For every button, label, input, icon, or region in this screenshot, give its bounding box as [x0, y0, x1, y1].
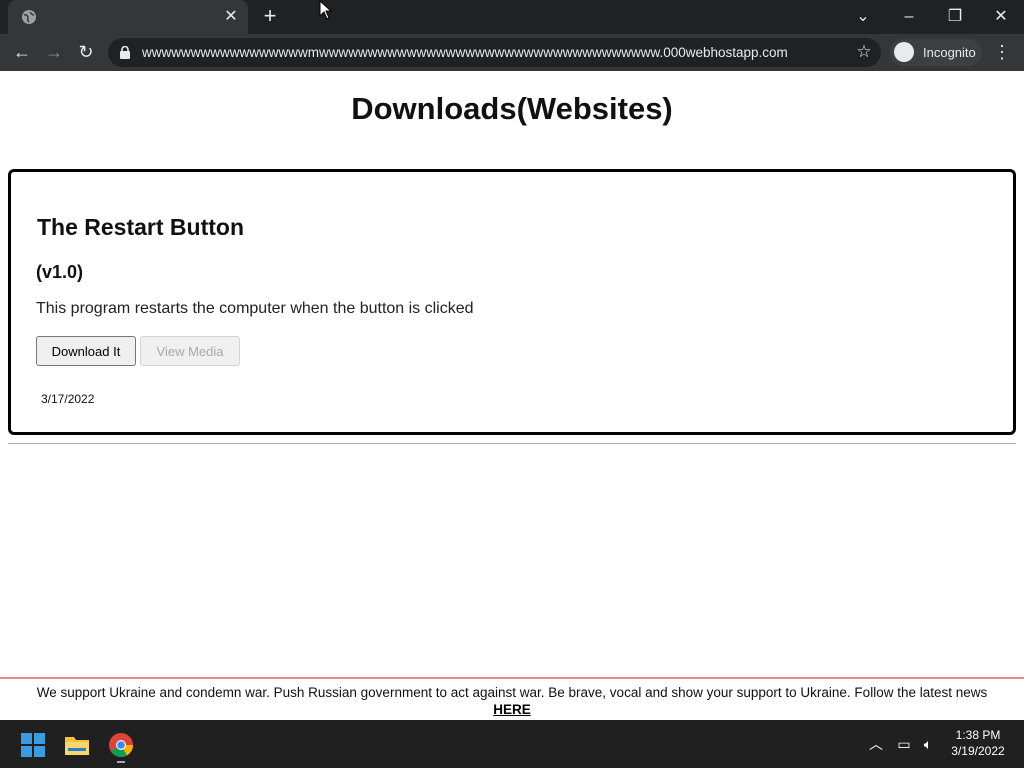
windows-start-icon[interactable] [20, 732, 46, 758]
browser-toolbar: ← → ↻ wwwwwwwwwwwwwwwwwmwwwwwwwwwwwwwwww… [0, 34, 1024, 71]
download-card: The Restart Button (v1.0) This program r… [8, 169, 1016, 435]
new-tab-button[interactable]: + [259, 5, 281, 28]
download-button[interactable]: Download It [36, 336, 136, 366]
banner-text: We support Ukraine and condemn war. Push… [36, 685, 988, 700]
bookmark-star-icon[interactable]: ☆ [855, 43, 873, 61]
minimize-icon[interactable]: – [896, 4, 922, 30]
item-description: This program restarts the computer when … [36, 300, 474, 317]
chrome-running-indicator [117, 761, 125, 763]
reload-icon[interactable]: ↻ [73, 39, 99, 65]
chrome-icon[interactable] [108, 732, 134, 758]
close-window-icon[interactable]: ✕ [988, 4, 1014, 30]
globe-icon [22, 10, 36, 24]
mouse-cursor-icon [319, 0, 333, 20]
clock-time: 1:38 PM [955, 728, 1001, 742]
incognito-label: Incognito [923, 45, 976, 60]
web-page: Downloads(Websites) The Restart Button (… [0, 71, 1024, 677]
incognito-badge[interactable]: Incognito [890, 39, 982, 66]
tab-close-icon[interactable]: ✕ [222, 8, 240, 26]
page-title: Downloads(Websites) [351, 91, 673, 126]
back-icon[interactable]: ← [9, 39, 35, 65]
chevron-up-icon[interactable]: ︿ [866, 734, 886, 754]
lock-icon [120, 46, 130, 59]
support-banner: We support Ukraine and condemn war. Push… [0, 677, 1024, 720]
address-bar[interactable]: wwwwwwwwwwwwwwwwwmwwwwwwwwwwwwwwwwwwwwww… [108, 38, 881, 67]
tab-strip: ✕ + ⌄ – ❐ ✕ [0, 0, 1024, 34]
item-name: The Restart Button [37, 214, 244, 240]
browser-menu-icon[interactable]: ⋮ [992, 39, 1012, 65]
volume-icon[interactable]: 🔈︎ [918, 734, 938, 754]
item-version: (v1.0) [36, 262, 84, 282]
forward-icon[interactable]: → [41, 39, 67, 65]
clock-date: 3/19/2022 [951, 744, 1005, 758]
taskbar: ︿ ▭ 🔈︎ 1:38 PM 3/19/2022 [0, 720, 1024, 768]
system-clock[interactable]: 1:38 PM 3/19/2022 [946, 727, 1010, 759]
incognito-icon [894, 42, 914, 62]
url-text[interactable]: wwwwwwwwwwwwwwwwwmwwwwwwwwwwwwwwwwwwwwww… [142, 38, 788, 67]
restore-icon[interactable]: ❐ [942, 4, 968, 30]
divider [8, 443, 1016, 444]
banner-link[interactable]: HERE [0, 701, 1024, 718]
tab-search-icon[interactable]: ⌄ [850, 4, 876, 30]
browser-tab[interactable]: ✕ [8, 0, 248, 34]
item-date: 3/17/2022 [41, 392, 95, 406]
network-icon[interactable]: ▭ [894, 734, 914, 754]
file-explorer-icon[interactable] [64, 732, 90, 758]
view-media-button[interactable]: View Media [140, 336, 240, 366]
